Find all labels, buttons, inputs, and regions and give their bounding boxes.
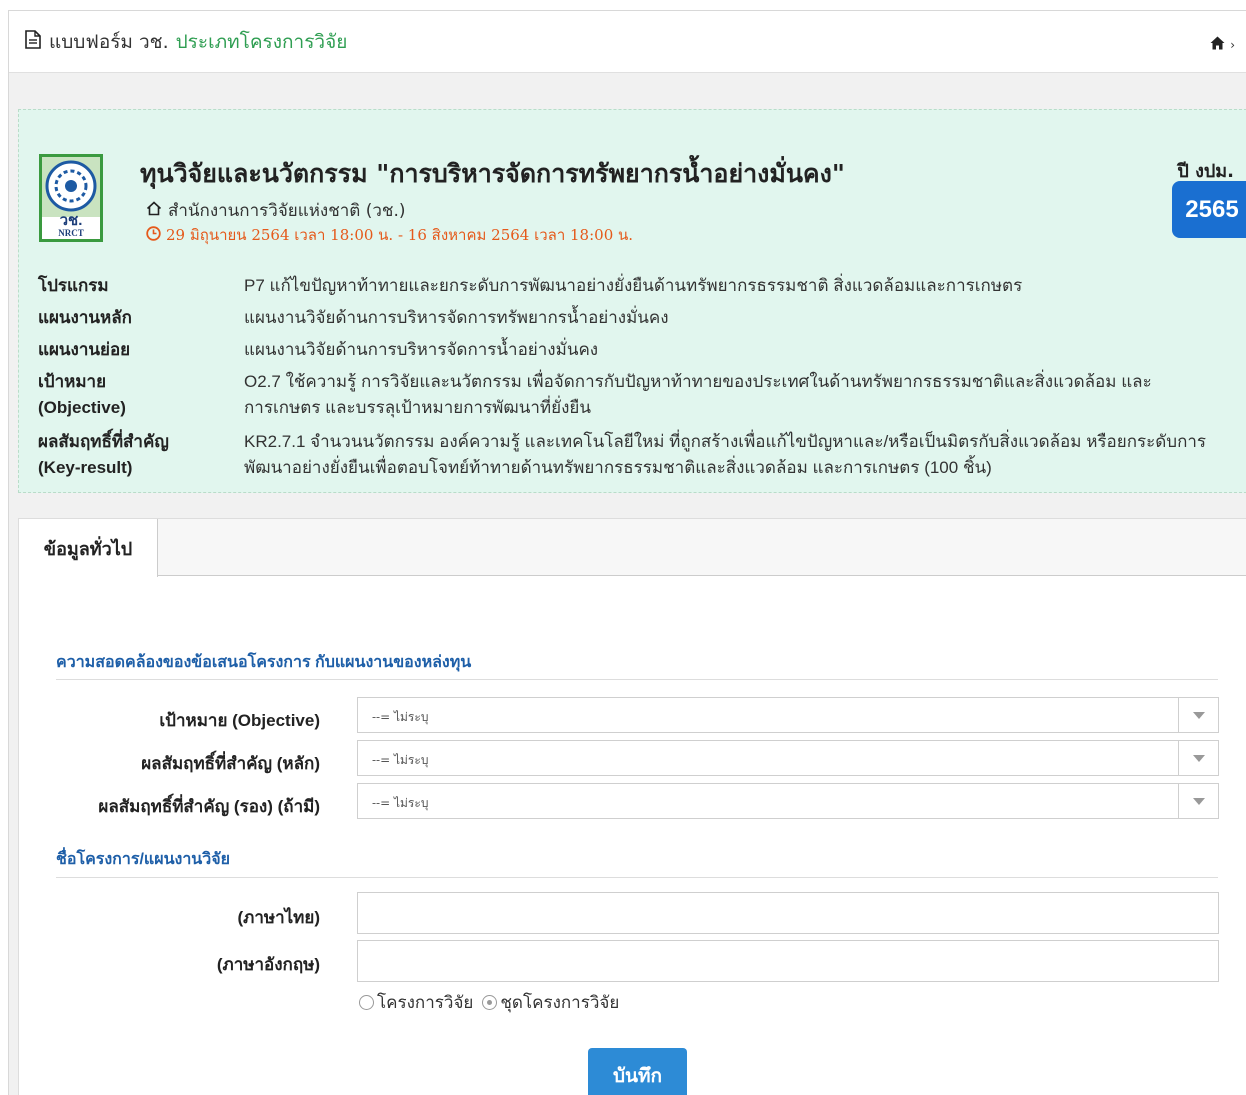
building-icon (146, 200, 168, 221)
logo-text-thai: วช. (59, 212, 83, 229)
eng-name-label: (ภาษาอังกฤษ) (216, 955, 320, 974)
form-card: ข้อมูลทั่วไป ความสอดคล้องของข้อเสนอโครงก… (18, 518, 1246, 1095)
detail-value: P7 แก้ไขปัญหาท้าทายและยกระดับการพัฒนาอย่… (244, 276, 1023, 295)
radio-button-checked[interactable] (482, 995, 498, 1010)
kr-sub-select[interactable]: --= ไม่ระบุ (357, 783, 1219, 819)
detail-key: แผนงานย่อย (38, 340, 131, 359)
detail-value: O2.7 ใช้ความรู้ การวิจัยและนวัตกรรม เพื่… (244, 372, 1152, 391)
logo-text-en: NRCT (58, 228, 84, 238)
nrct-logo: วช. NRCT (39, 154, 103, 242)
top-bar: แบบฟอร์ม วช. ประเภทโครงการวิจัย › (9, 11, 1246, 73)
detail-value-cont: การเกษตร และบรรลุเป้าหมายการพัฒนาที่ยั่ง… (244, 398, 591, 417)
detail-value-cont: พัฒนาอย่างยั่งยืนเพื่อตอบโจทย์ท้าทายด้าน… (244, 458, 992, 477)
project-type-radio-group: โครงการวิจัย ชุดโครงการวิจัย (359, 989, 628, 1016)
kr-main-select[interactable]: --= ไม่ระบุ (357, 740, 1219, 776)
page-frame: แบบฟอร์ม วช. ประเภทโครงการวิจัย › วช. NR… (8, 10, 1246, 1095)
kr-sub-label: ผลสัมฤทธิ์ที่สำคัญ (รอง) (ถ้ามี) (98, 797, 320, 816)
radio-button[interactable] (359, 995, 374, 1010)
eng-name-input[interactable] (357, 940, 1219, 982)
kr-main-label: ผลสัมฤทธิ์ที่สำคัญ (หลัก) (141, 754, 320, 773)
agency-name: สำนักงานการวิจัยแห่งชาติ (วช.) (168, 201, 406, 221)
thai-name-input[interactable] (357, 892, 1219, 934)
objective-select-value: --= ไม่ระบุ (372, 710, 429, 724)
detail-key: โปรแกรม (38, 276, 109, 295)
agency-line: สำนักงานการวิจัยแห่งชาติ (วช.) (146, 197, 406, 224)
section-alignment-title: ความสอดคล้องของข้อเสนอโครงการ กับแผนงานข… (56, 654, 472, 671)
date-range: 29 มิถุนายน 2564 เวลา 18:00 น. - 16 สิงห… (146, 223, 633, 247)
tab-general-info[interactable]: ข้อมูลทั่วไป (19, 519, 158, 577)
detail-key: เป้าหมาย (38, 372, 107, 391)
kr-sub-select-value: --= ไม่ระบุ (372, 796, 429, 810)
fiscal-year-badge: 2565 (1172, 181, 1246, 238)
chevron-right-icon: › (1230, 37, 1235, 52)
section-divider (56, 877, 1218, 878)
radio-option-project[interactable]: โครงการวิจัย (359, 989, 473, 1016)
fund-info-panel: วช. NRCT ทุนวิจัยและนวัตกรรม "การบริหารจ… (18, 109, 1246, 493)
detail-value: KR2.7.1 จำนวนนวัตกรรม องค์ความรู้ และเทค… (244, 432, 1207, 451)
radio-label: ชุดโครงการวิจัย (500, 993, 620, 1012)
radio-label: โครงการวิจัย (377, 993, 474, 1012)
home-icon (1210, 35, 1225, 54)
detail-key: แผนงานหลัก (38, 308, 132, 327)
detail-key-sub: (Objective) (38, 398, 126, 417)
caret-down-icon[interactable] (1178, 741, 1218, 775)
detail-key-sub: (Key-result) (38, 458, 133, 477)
objective-label: เป้าหมาย (Objective) (159, 711, 320, 730)
clock-icon (146, 225, 166, 245)
detail-value: แผนงานวิจัยด้านการบริหารจัดการน้ำอย่างมั… (244, 340, 599, 359)
radio-option-program[interactable]: ชุดโครงการวิจัย (482, 989, 619, 1016)
section-divider (56, 679, 1218, 680)
section-project-name-title: ชื่อโครงการ/แผนงานวิจัย (56, 851, 230, 868)
caret-down-icon[interactable] (1178, 784, 1218, 818)
home-link[interactable]: › (1210, 35, 1235, 54)
detail-value: แผนงานวิจัยด้านการบริหารจัดการทรัพยากรน้… (244, 308, 669, 327)
save-button[interactable]: บันทึก (588, 1048, 687, 1095)
document-icon (25, 30, 49, 53)
date-range-text: 29 มิถุนายน 2564 เวลา 18:00 น. - 16 สิงห… (166, 226, 634, 244)
kr-main-select-value: --= ไม่ระบุ (372, 753, 429, 767)
objective-select[interactable]: --= ไม่ระบุ (357, 697, 1219, 733)
tab-bar: ข้อมูลทั่วไป (19, 519, 1246, 577)
detail-key: ผลสัมฤทธิ์ที่สำคัญ (38, 432, 169, 451)
fund-title: ทุนวิจัยและนวัตกรรม "การบริหารจัดการทรัพ… (140, 159, 845, 188)
thai-name-label: (ภาษาไทย) (237, 908, 320, 927)
header-link[interactable]: ประเภทโครงการวิจัย (176, 27, 348, 57)
caret-down-icon[interactable] (1178, 698, 1218, 732)
header-title: แบบฟอร์ม วช. (49, 30, 169, 53)
